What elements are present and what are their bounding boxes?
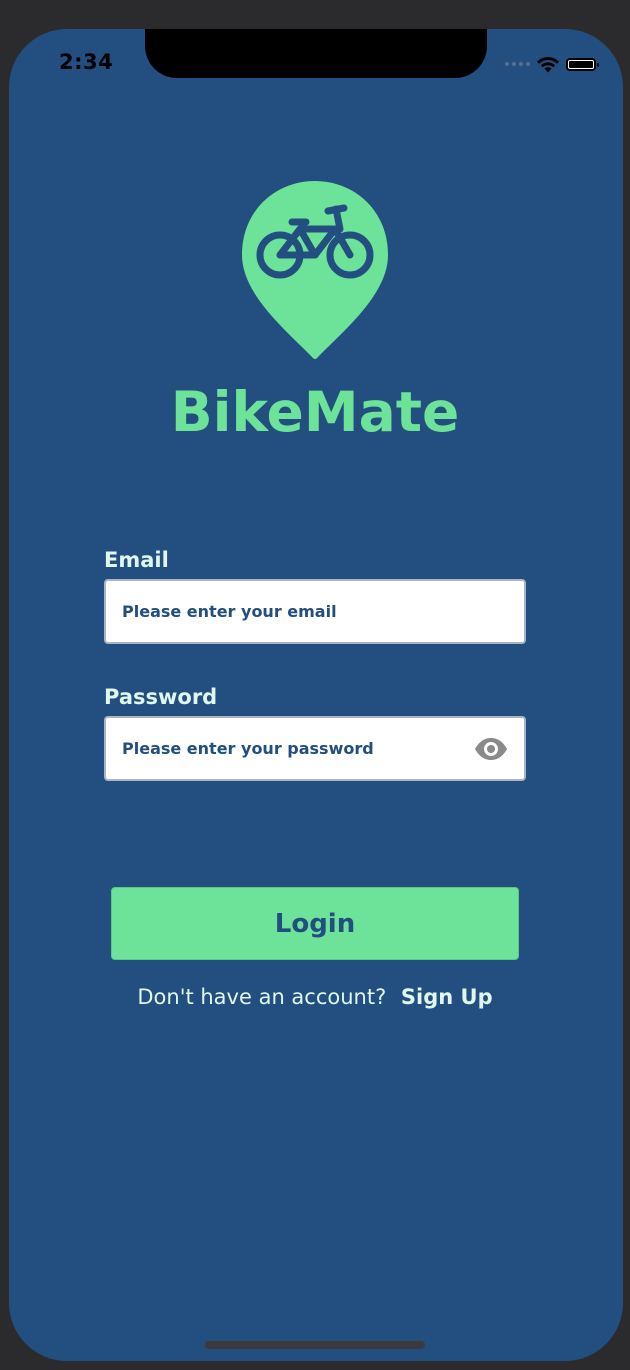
- password-input[interactable]: [122, 718, 462, 779]
- battery-icon: [566, 57, 599, 71]
- signup-prompt: Don't have an account?: [137, 985, 387, 1009]
- password-label: Password: [104, 685, 218, 709]
- eye-icon[interactable]: [474, 736, 508, 762]
- password-field[interactable]: [104, 716, 526, 781]
- status-icons: [505, 55, 599, 73]
- email-field[interactable]: [104, 579, 526, 644]
- login-button[interactable]: Login: [111, 887, 519, 960]
- signup-link[interactable]: Sign Up: [401, 985, 493, 1009]
- signup-row: Don't have an account? Sign Up: [0, 985, 630, 1009]
- status-time: 2:34: [59, 50, 114, 74]
- wifi-icon: [537, 57, 559, 73]
- bike-location-pin-icon: [242, 181, 388, 359]
- home-indicator[interactable]: [205, 1341, 425, 1349]
- signal-icon: [505, 62, 530, 66]
- phone-frame: 2:34 BikeMate Email Password: [0, 0, 630, 1370]
- notch: [145, 29, 487, 78]
- email-label: Email: [104, 548, 169, 572]
- app-name: BikeMate: [170, 380, 460, 444]
- email-input[interactable]: [122, 581, 462, 642]
